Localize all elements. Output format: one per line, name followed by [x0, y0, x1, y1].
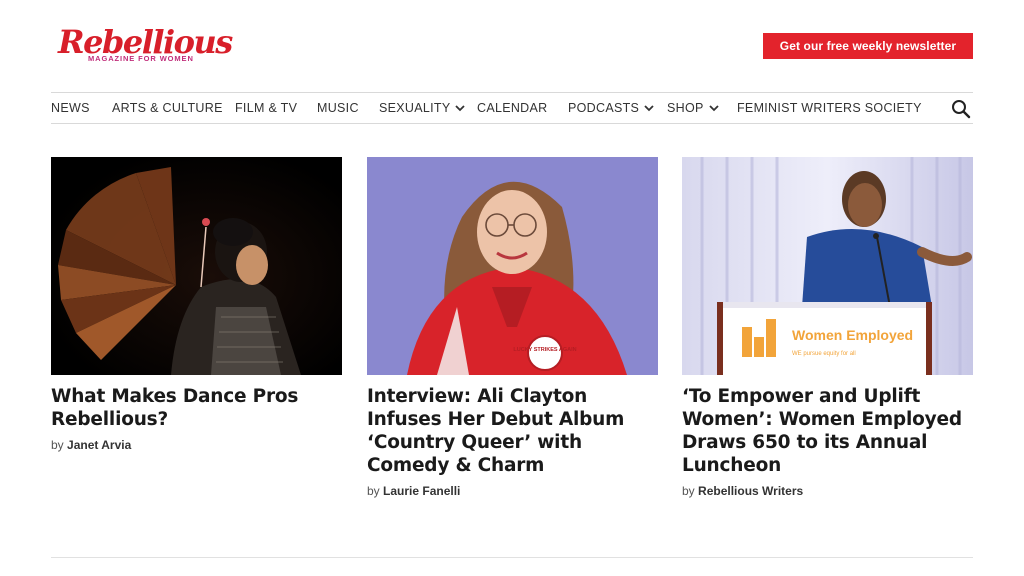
site-logo[interactable]: Rebellious MAGAZINE FOR WOMEN	[56, 24, 233, 68]
article-image-luncheon-speaker[interactable]: Women Employed WE pursue equity for all	[682, 157, 973, 375]
article-image-ali-clayton[interactable]: LUCKY STRIKES AGAIN	[367, 157, 658, 375]
nav-item-sexuality[interactable]: SEXUALITY	[379, 93, 466, 123]
nav-item-calendar[interactable]: CALENDAR	[477, 93, 547, 123]
article-title[interactable]: Interview: Ali Clayton Infuses Her Debut…	[367, 385, 658, 477]
nav-item-label: MUSIC	[317, 101, 359, 115]
newsletter-signup-button[interactable]: Get our free weekly newsletter	[763, 33, 973, 59]
author-link[interactable]: Laurie Fanelli	[383, 484, 460, 498]
byline-prefix: by	[51, 438, 64, 452]
nav-item-label: NEWS	[51, 101, 90, 115]
site-header: Rebellious MAGAZINE FOR WOMEN Get our fr…	[0, 0, 1024, 92]
nav-item-label: SHOP	[667, 101, 704, 115]
byline-prefix: by	[367, 484, 380, 498]
byline-prefix: by	[682, 484, 695, 498]
article-byline: by Janet Arvia	[51, 438, 131, 452]
nav-item-label: PODCASTS	[568, 101, 640, 115]
search-icon[interactable]	[951, 99, 971, 119]
nav-item-music[interactable]: MUSIC	[317, 93, 359, 123]
nav-item-arts-culture[interactable]: ARTS & CULTURE	[112, 93, 223, 123]
nav-item-podcasts[interactable]: PODCASTS	[568, 93, 655, 123]
article-title[interactable]: What Makes Dance Pros Rebellious?	[51, 385, 342, 431]
nav-item-shop[interactable]: SHOP	[667, 93, 720, 123]
main-navigation: NEWS ARTS & CULTURE FILM & TV MUSIC SEXU…	[51, 92, 973, 124]
nav-item-news[interactable]: NEWS	[51, 93, 90, 123]
nav-item-film-tv[interactable]: FILM & TV	[235, 93, 297, 123]
nav-item-feminist-writers-society[interactable]: FEMINIST WRITERS SOCIETY	[737, 93, 922, 123]
author-link[interactable]: Janet Arvia	[67, 438, 131, 452]
chevron-down-icon	[455, 105, 466, 112]
logo-tagline: MAGAZINE FOR WOMEN	[88, 54, 194, 63]
nav-item-label: ARTS & CULTURE	[112, 101, 223, 115]
badge-text: LUCKY STRIKES AGAIN	[513, 347, 576, 353]
article-byline: by Laurie Fanelli	[367, 484, 460, 498]
chevron-down-icon	[708, 105, 719, 112]
podium-logo-text: Women Employed	[792, 327, 913, 343]
article-title[interactable]: ‘To Empower and Uplift Women’: Women Emp…	[682, 385, 973, 477]
chevron-down-icon	[644, 105, 654, 112]
nav-item-label: CALENDAR	[477, 101, 548, 115]
speaker-photo: Women Employed WE pursue equity for all	[682, 157, 973, 375]
nav-item-label: FEMINIST WRITERS SOCIETY	[737, 101, 922, 115]
podium-subtext: WE pursue equity for all	[792, 351, 856, 357]
author-link[interactable]: Rebellious Writers	[698, 484, 803, 498]
nav-item-label: SEXUALITY	[379, 101, 451, 115]
portrait-photo: LUCKY STRIKES AGAIN	[367, 157, 658, 375]
nav-item-label: FILM & TV	[235, 101, 298, 115]
article-byline: by Rebellious Writers	[682, 484, 803, 498]
dancer-photo	[51, 157, 342, 375]
section-divider	[51, 557, 973, 558]
article-image-dancer[interactable]	[51, 157, 342, 375]
